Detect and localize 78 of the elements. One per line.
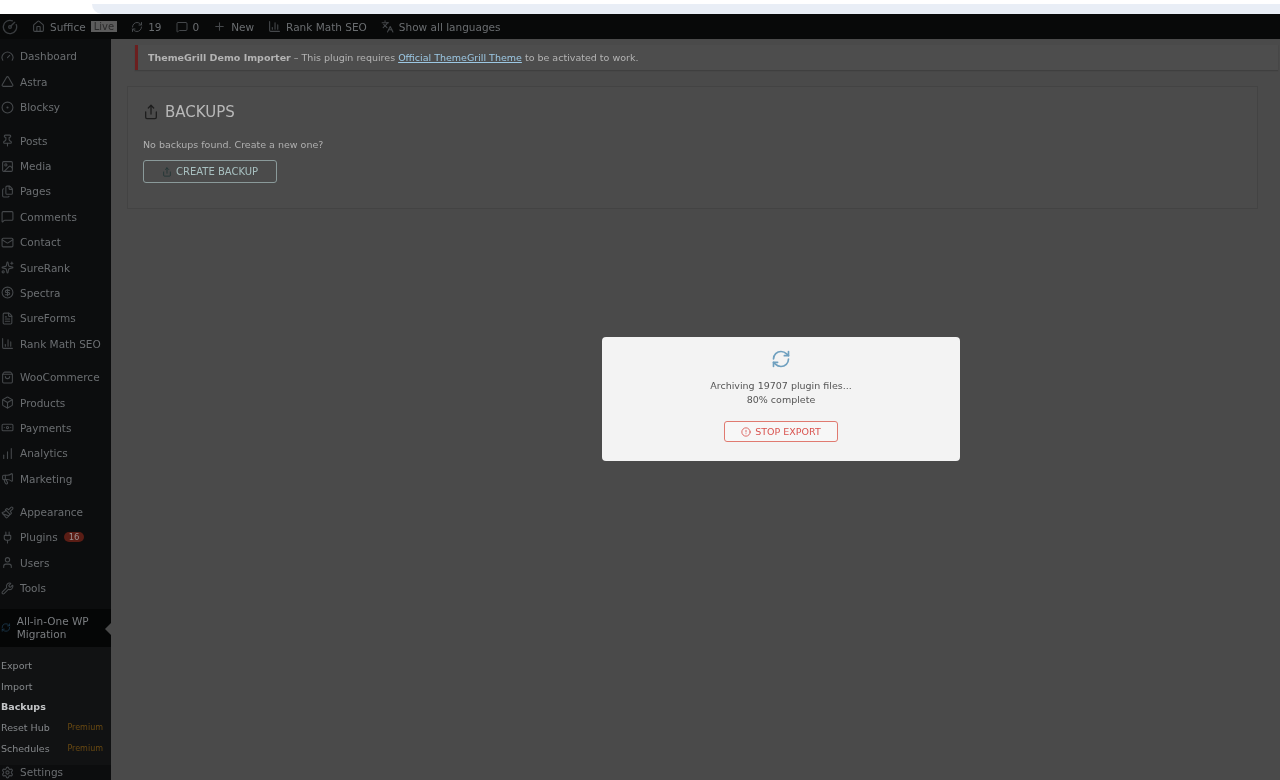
- box-icon: [1, 396, 14, 409]
- logo-icon[interactable]: [2, 18, 18, 35]
- menu-item[interactable]: Payments: [20, 421, 72, 434]
- sparkle-icon: [1, 261, 14, 275]
- mail-icon: [1, 235, 14, 249]
- comment-icon: [1, 210, 14, 224]
- chart-icon: [1, 446, 14, 460]
- plus-icon: [213, 20, 227, 33]
- progress-percent: 80% complete: [746, 393, 816, 407]
- wrench-icon: [1, 581, 14, 595]
- menu-item[interactable]: Users: [20, 556, 50, 569]
- menu-item[interactable]: Tools: [20, 582, 46, 595]
- menu-item[interactable]: Appearance: [20, 506, 84, 519]
- plug-icon: [1, 530, 14, 544]
- submenu-item[interactable]: Export: [1, 659, 33, 671]
- settings-icon: [1, 765, 14, 779]
- refresh-icon: [1, 621, 11, 635]
- pages-icon: [1, 184, 14, 198]
- menu-item[interactable]: Contact: [20, 236, 61, 249]
- empty-message: No backups found. Create a new one?: [143, 139, 324, 150]
- menu-item[interactable]: Settings: [20, 766, 64, 779]
- site-link[interactable]: Suffice: [50, 20, 86, 33]
- menu-item[interactable]: Blocksy: [20, 101, 61, 114]
- submenu-item[interactable]: Backups: [1, 701, 46, 713]
- home-icon: [32, 20, 45, 33]
- count-badge: 16: [63, 532, 85, 543]
- gauge-icon: [1, 49, 14, 63]
- menu-item[interactable]: SureRank: [20, 261, 71, 274]
- comment-icon: [175, 20, 188, 33]
- brush-icon: [1, 505, 14, 519]
- spinner-icon: [771, 349, 791, 369]
- chart-icon: [1, 337, 14, 351]
- menu-item[interactable]: Spectra: [20, 286, 61, 299]
- address-bar[interactable]: [92, 4, 1280, 14]
- menu-item[interactable]: Marketing: [20, 472, 73, 485]
- seo-link[interactable]: Rank Math SEO: [286, 20, 367, 33]
- languages-link[interactable]: Show all languages: [398, 20, 501, 33]
- alert-icon: [741, 426, 752, 437]
- menu-item[interactable]: Analytics: [20, 447, 68, 460]
- submenu-item[interactable]: Import: [1, 680, 33, 692]
- document-icon: [1, 311, 14, 325]
- chart-icon: [268, 20, 282, 33]
- menu-item[interactable]: Dashboard: [20, 50, 77, 63]
- languages-icon: [380, 20, 394, 33]
- menu-item[interactable]: Astra: [20, 75, 48, 88]
- export-icon: [162, 166, 172, 177]
- menu-item[interactable]: Plugins: [20, 531, 58, 544]
- menu-item[interactable]: WooCommerce: [20, 371, 100, 384]
- megaphone-icon: [1, 472, 14, 486]
- menu-item[interactable]: SureForms: [20, 312, 76, 325]
- new-link[interactable]: New: [231, 20, 255, 33]
- menu-item[interactable]: Pages: [20, 185, 51, 198]
- user-icon: [1, 556, 14, 570]
- menu-item[interactable]: Comments: [20, 210, 77, 223]
- menu-item[interactable]: Products: [20, 396, 66, 409]
- bag-icon: [1, 370, 14, 384]
- menu-item[interactable]: Posts: [20, 134, 48, 147]
- submenu-item[interactable]: Schedules: [1, 743, 50, 755]
- menu-item[interactable]: Media: [20, 160, 52, 172]
- menu-item[interactable]: Rank Math SEO: [20, 337, 101, 350]
- theme-link[interactable]: Official ThemeGrill Theme: [398, 52, 522, 63]
- pin-icon: [1, 134, 14, 148]
- stop-export-button[interactable]: STOP EXPORT: [724, 421, 838, 442]
- submenu-item[interactable]: Reset Hub: [1, 722, 50, 734]
- comments-count[interactable]: 0: [192, 20, 200, 33]
- notice: ThemeGrill Demo Importer – This plugin requires Official ThemeGrill Theme to be activated to work.: [135, 45, 1278, 70]
- premium-label: Premium: [67, 723, 103, 733]
- export-icon: [143, 104, 159, 120]
- image-icon: [1, 159, 14, 173]
- updates-count[interactable]: 19: [148, 20, 162, 33]
- dollar-icon: [1, 286, 14, 300]
- circle-icon: [1, 100, 14, 114]
- premium-label: Premium: [67, 744, 103, 754]
- card-title: BACKUPS: [165, 103, 235, 121]
- progress-message: Archiving 19707 plugin files...: [710, 379, 852, 393]
- triangle-icon: [1, 75, 14, 89]
- refresh-icon: [131, 20, 144, 33]
- create-backup-button[interactable]: CREATE BACKUP: [143, 160, 278, 183]
